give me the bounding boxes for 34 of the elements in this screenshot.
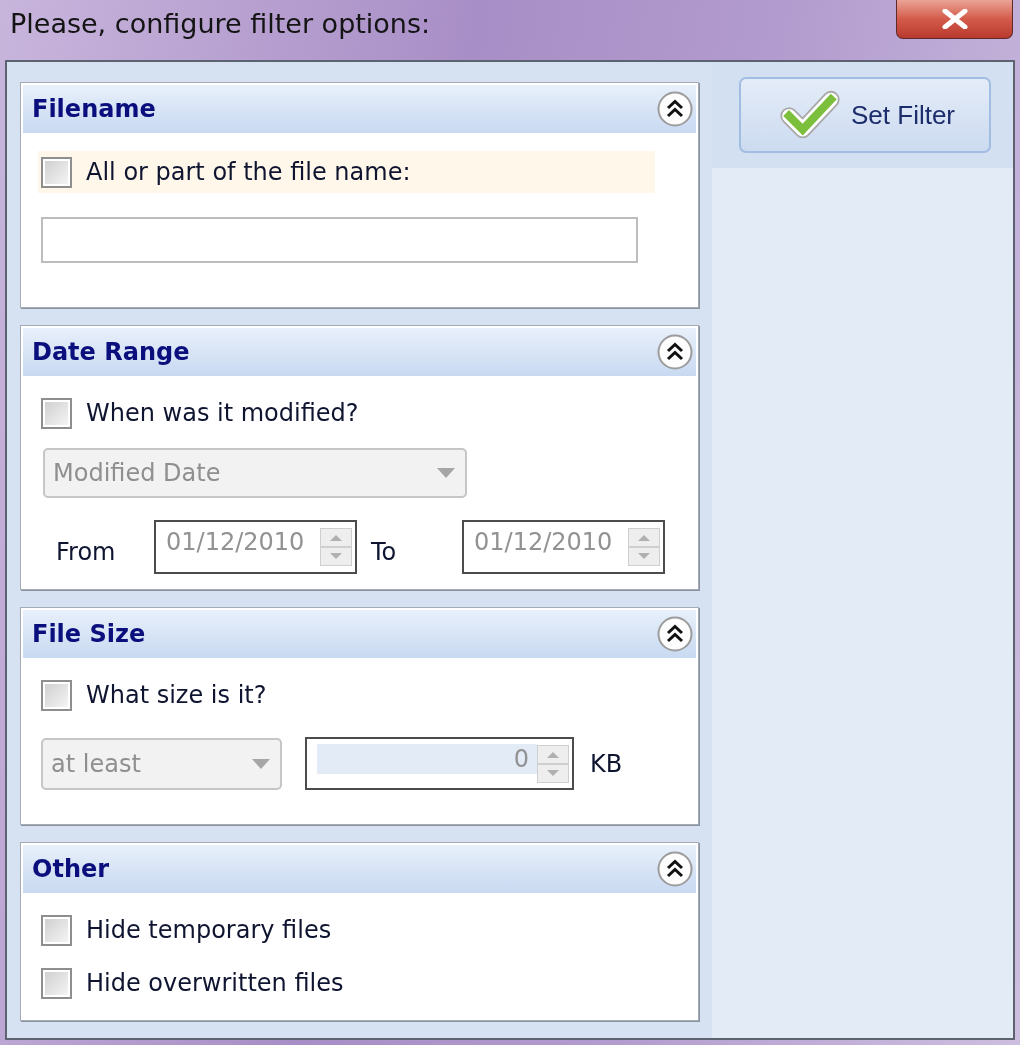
unit-label: KB — [590, 749, 623, 778]
collapse-icon[interactable] — [657, 334, 693, 370]
close-icon — [941, 9, 968, 29]
checkbox[interactable] — [41, 156, 72, 188]
collapse-icon[interactable] — [657, 616, 693, 652]
option-row[interactable]: Hide temporary files — [38, 909, 332, 951]
set-filter-button[interactable]: Set Filter — [739, 77, 991, 153]
caret-icon — [437, 468, 455, 478]
close-button[interactable] — [896, 0, 1013, 39]
caret-icon — [252, 758, 270, 769]
option-row[interactable]: All or part of the file name: — [38, 151, 655, 193]
checkbox-label: All or part of the file name: — [86, 158, 411, 186]
checkbox[interactable] — [41, 914, 72, 946]
collapse-icon[interactable] — [657, 851, 693, 887]
text-input[interactable] — [41, 217, 638, 263]
panel-title: Other — [32, 855, 110, 883]
checkbox[interactable] — [41, 397, 72, 429]
checkbox-label: Hide overwritten files — [86, 969, 344, 997]
checkbox-label: When was it modified? — [86, 399, 359, 427]
checkbox-label: Hide temporary files — [86, 916, 332, 944]
checkbox[interactable] — [41, 679, 72, 711]
checkbox-label: What size is it? — [86, 681, 267, 709]
checkbox[interactable] — [41, 967, 72, 999]
panel-title: Filename — [32, 95, 156, 123]
option-row[interactable]: When was it modified? — [38, 392, 359, 434]
collapse-icon[interactable] — [657, 91, 693, 127]
panel-title: Date Range — [32, 338, 190, 366]
window-title: Please, configure filter options: — [10, 8, 431, 40]
option-row[interactable]: Hide overwritten files — [38, 962, 344, 1004]
panel-title: File Size — [32, 620, 146, 648]
checkmark-icon — [779, 89, 841, 141]
option-row[interactable]: What size is it? — [38, 674, 267, 716]
to-label: To — [371, 538, 398, 566]
from-label: From — [56, 538, 117, 566]
